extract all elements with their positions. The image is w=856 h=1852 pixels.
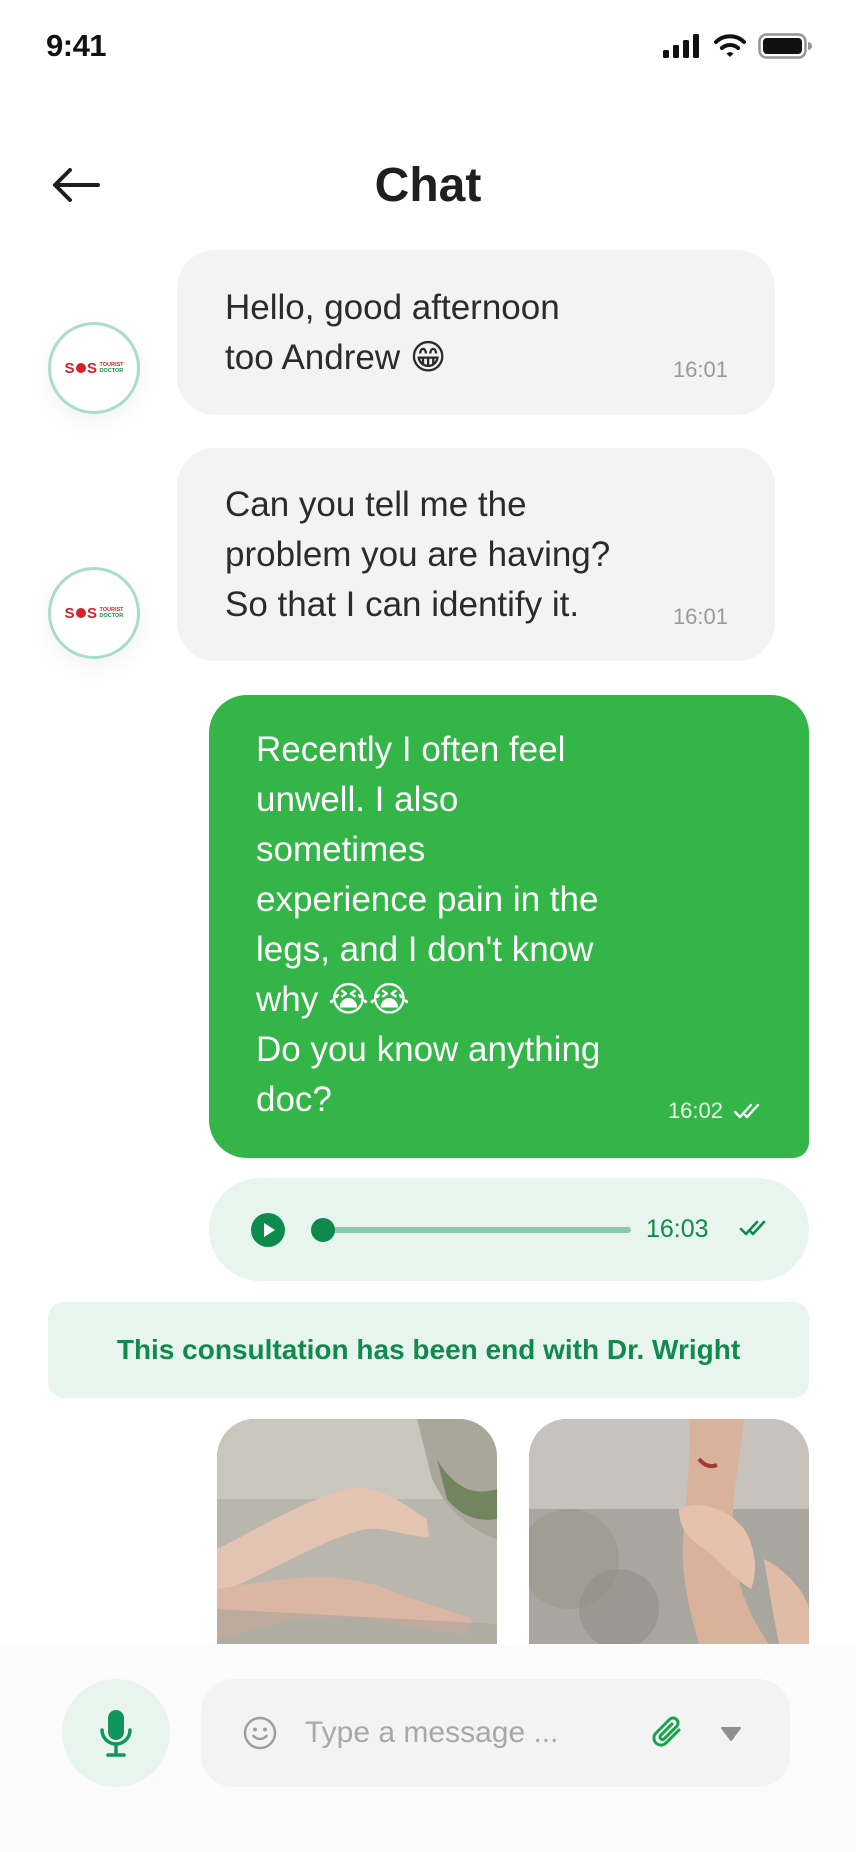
sos-tourist-doctor-logo: SS TOURIST DOCTOR xyxy=(64,360,123,377)
logo-brand: SS xyxy=(64,604,98,622)
smiley-icon[interactable] xyxy=(243,1716,277,1750)
incoming-message-bubble[interactable]: Can you tell me the problem you are havi… xyxy=(177,448,775,661)
audio-progress-track[interactable] xyxy=(321,1227,631,1233)
wifi-icon xyxy=(714,34,746,57)
sos-tourist-doctor-logo: SS TOURIST DOCTOR xyxy=(64,605,123,622)
play-button[interactable] xyxy=(251,1213,285,1247)
message-input[interactable] xyxy=(305,1707,605,1759)
outgoing-message-bubble[interactable]: Recently I often feel unwell. I also som… xyxy=(209,695,809,1158)
voice-time: 16:03 xyxy=(646,1215,709,1243)
page-title: Chat xyxy=(374,159,482,212)
doctor-avatar[interactable]: SS TOURIST DOCTOR xyxy=(48,567,140,659)
message-text: Can you tell me the problem you are havi… xyxy=(225,485,611,624)
message-time: 16:01 xyxy=(672,604,728,629)
logo-subtext: TOURIST DOCTOR xyxy=(99,362,124,374)
double-check-icon xyxy=(733,1103,760,1119)
message-meta: 16:02 xyxy=(668,1098,763,1124)
logo-subtext: TOURIST DOCTOR xyxy=(99,607,124,619)
message-composer xyxy=(201,1679,790,1787)
message-time: 16:02 xyxy=(667,1098,723,1123)
triangle-down-icon[interactable] xyxy=(719,1725,743,1743)
photo-attachment[interactable] xyxy=(217,1419,497,1644)
status-bar: 9:41 xyxy=(0,0,856,96)
incoming-message-bubble[interactable]: Hello, good afternoon too Andrew 😁 16:01 xyxy=(177,250,775,415)
battery-icon xyxy=(758,33,812,59)
chat-header: Chat xyxy=(0,150,856,220)
status-time: 9:41 xyxy=(46,28,107,63)
paperclip-icon[interactable] xyxy=(649,1712,687,1752)
double-check-icon xyxy=(739,1220,766,1236)
status-icons xyxy=(662,33,812,59)
voice-message[interactable]: 16:03 xyxy=(209,1178,809,1281)
message-text: Hello, good afternoon too Andrew 😁 xyxy=(225,288,560,377)
photo-injured-leg xyxy=(529,1419,809,1644)
message-time: 16:01 xyxy=(672,357,728,382)
cellular-signal-icon xyxy=(663,34,699,58)
photo-legs-on-rock xyxy=(217,1419,497,1644)
voice-record-button[interactable] xyxy=(62,1679,170,1787)
consultation-ended-notice: This consultation has been end with Dr. … xyxy=(48,1302,809,1398)
logo-brand: SS xyxy=(64,359,98,377)
doctor-avatar[interactable]: SS TOURIST DOCTOR xyxy=(48,322,140,414)
audio-progress-knob[interactable] xyxy=(311,1218,335,1242)
microphone-icon xyxy=(100,1710,132,1757)
message-text: Recently I often feel unwell. I also som… xyxy=(256,730,601,1119)
photo-attachment[interactable] xyxy=(529,1419,809,1644)
